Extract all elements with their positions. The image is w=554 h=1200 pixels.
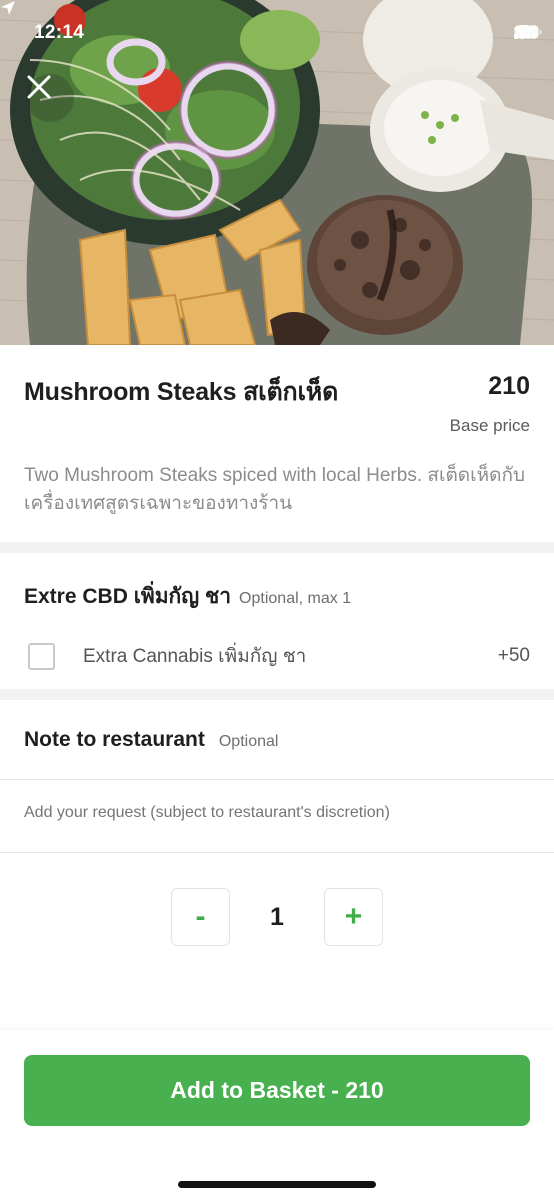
- note-header: Note to restaurant Optional: [24, 728, 278, 752]
- section-divider: [0, 542, 554, 553]
- option-group-title: Extre CBD เพิ่มกัญ ชา: [24, 585, 232, 608]
- note-subtitle: Optional: [218, 733, 279, 750]
- item-photo: 12:14: [0, 0, 554, 345]
- add-to-basket-button[interactable]: Add to Basket - 210: [24, 1055, 530, 1126]
- note-input[interactable]: [24, 804, 530, 822]
- option-checkbox[interactable]: [28, 642, 55, 670]
- location-arrow-icon: [1, 1, 15, 15]
- quantity-stepper: - 1 +: [171, 888, 383, 946]
- option-price: +50: [497, 645, 530, 666]
- note-divider-bottom: [0, 852, 554, 853]
- increase-button[interactable]: +: [324, 888, 383, 946]
- close-button[interactable]: [26, 74, 74, 122]
- status-bar: 12:14: [0, 0, 554, 70]
- note-divider-top: [0, 779, 554, 780]
- section-divider: [0, 689, 554, 700]
- option-group-header: Extre CBD เพิ่มกัญ ชา Optional, max 1: [24, 580, 351, 613]
- note-title: Note to restaurant: [24, 728, 205, 751]
- base-price-label: Base price: [449, 416, 530, 435]
- option-group-subtitle: Optional, max 1: [239, 590, 352, 607]
- item-title: Mushroom Steaks สเต็กเห็ด: [24, 378, 339, 406]
- status-time: 12:14: [34, 22, 85, 43]
- decrease-button[interactable]: -: [171, 888, 230, 946]
- item-price: 210: [488, 372, 530, 400]
- close-icon: [27, 75, 51, 99]
- item-description: Two Mushroom Steaks spiced with local He…: [24, 465, 526, 514]
- quantity-value: 1: [270, 902, 284, 931]
- item-header: Mushroom Steaks สเต็กเห็ด 210: [24, 372, 530, 412]
- battery-icon: [514, 25, 542, 39]
- option-item[interactable]: Extra Cannabis เพิ่มกัญ ชา +50: [24, 636, 530, 676]
- home-indicator: [178, 1181, 376, 1188]
- option-label: Extra Cannabis เพิ่มกัญ ชา: [83, 646, 307, 667]
